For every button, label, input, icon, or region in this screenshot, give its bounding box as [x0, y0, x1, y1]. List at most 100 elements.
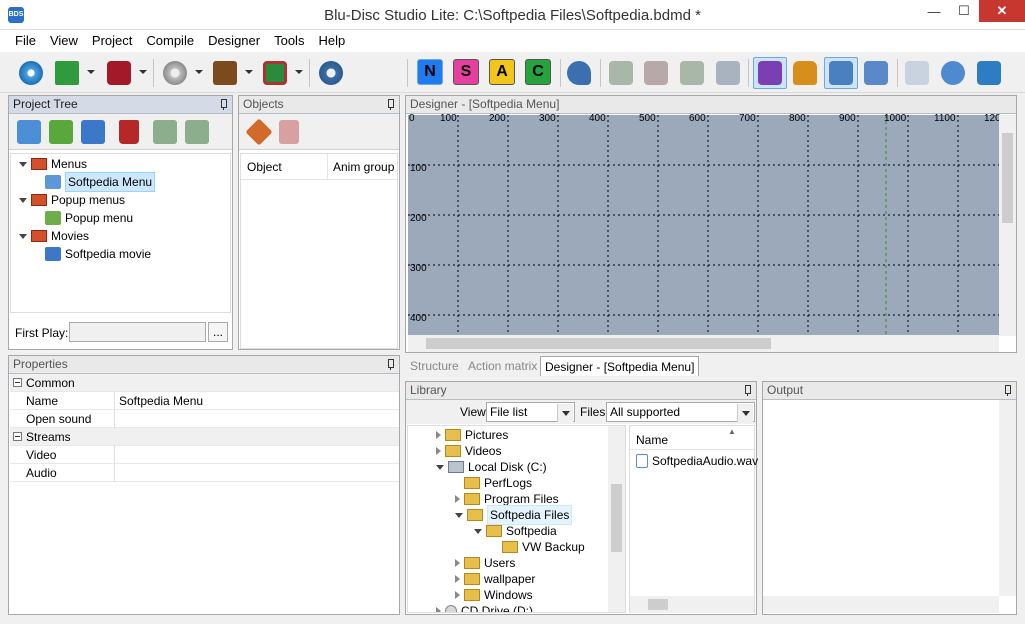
tree-item-softpedia-menu[interactable]: Softpedia Menu	[45, 172, 156, 192]
file-item[interactable]: SoftpediaAudio.wav	[636, 452, 758, 470]
export-icon[interactable]	[861, 57, 891, 89]
move-up-icon[interactable]	[641, 57, 671, 89]
tab-structure[interactable]: Structure	[406, 356, 463, 376]
layout-icon[interactable]	[824, 57, 858, 89]
popup-folder-icon	[31, 194, 47, 206]
first-play-field[interactable]	[69, 322, 206, 342]
folder-tree-scrollbar[interactable]	[608, 426, 625, 612]
object-column-header[interactable]: Object	[247, 160, 282, 174]
delete-icon[interactable]	[119, 120, 139, 144]
save-icon[interactable]	[104, 57, 134, 89]
name-column-header[interactable]: Name	[636, 433, 668, 447]
menu-tools[interactable]: Tools	[267, 30, 311, 52]
tab-action-matrix[interactable]: Action matrix	[464, 356, 541, 376]
menu-compile[interactable]: Compile	[139, 30, 201, 52]
open-folder-icon[interactable]	[52, 57, 82, 89]
drive-cd[interactable]: CD Drive (D:)	[436, 602, 533, 612]
save-dropdown-icon[interactable]	[139, 70, 147, 74]
menu-designer[interactable]: Designer	[201, 30, 267, 52]
property-row-video[interactable]: Video	[10, 446, 399, 464]
burn-disc-icon[interactable]	[160, 57, 190, 89]
c-mode-button[interactable]: C	[525, 59, 551, 85]
compile-jar-icon[interactable]	[210, 57, 240, 89]
output-vertical-scrollbar[interactable]	[999, 400, 1016, 596]
pin-icon[interactable]	[743, 385, 751, 396]
anim-group-column-header[interactable]: Anim group	[333, 160, 394, 174]
chart-icon[interactable]	[902, 57, 932, 89]
pin-icon[interactable]	[1003, 385, 1011, 396]
designer-horizontal-scrollbar[interactable]	[408, 335, 999, 352]
designer-header: Designer - [Softpedia Menu]	[406, 96, 1016, 114]
tree-item-popup-menus[interactable]: Popup menus	[19, 191, 125, 209]
property-row-audio[interactable]: Audio	[10, 464, 399, 482]
maximize-button[interactable]: ☐	[949, 0, 979, 22]
folder-icon	[464, 573, 480, 585]
project-tree-panel: Project Tree Menus Softpedia Menu Popup …	[8, 95, 233, 350]
a-mode-button[interactable]: A	[489, 59, 515, 85]
close-button[interactable]: ✕	[979, 0, 1025, 22]
move-down-icon[interactable]	[677, 57, 707, 89]
add-object-icon[interactable]	[245, 118, 273, 146]
property-row-open-sound[interactable]: Open sound	[10, 410, 399, 428]
add-popup-icon[interactable]	[49, 120, 73, 144]
undo-icon[interactable]	[564, 57, 594, 89]
pin-icon[interactable]	[386, 99, 394, 110]
menu-view[interactable]: View	[43, 30, 85, 52]
objects-header: Objects	[239, 96, 399, 114]
cube-icon[interactable]	[974, 57, 1004, 89]
tab-designer[interactable]: Designer - [Softpedia Menu]	[540, 356, 700, 376]
preview-dropdown-icon[interactable]	[295, 70, 303, 74]
property-group-streams[interactable]: Streams	[10, 428, 399, 446]
move-bottom-icon[interactable]	[713, 57, 743, 89]
first-play-browse-button[interactable]: ...	[208, 322, 228, 342]
preview-monitor-icon[interactable]	[260, 57, 290, 89]
designer-vertical-scrollbar[interactable]	[999, 115, 1016, 336]
new-disc-icon[interactable]	[16, 57, 46, 89]
delete-object-icon[interactable]	[279, 120, 299, 144]
tree-item-menus[interactable]: Menus	[19, 155, 87, 173]
transitions-icon[interactable]	[938, 57, 968, 89]
settings-gear-icon[interactable]	[316, 57, 346, 89]
menu-project[interactable]: Project	[85, 30, 139, 52]
window-title: Blu-Disc Studio Lite: C:\Softpedia Files…	[324, 7, 701, 24]
add-menu-icon[interactable]	[17, 120, 41, 144]
s-mode-button[interactable]: S	[453, 59, 479, 85]
objects-toolbar	[239, 114, 399, 150]
pin-icon[interactable]	[386, 359, 394, 370]
collapse-icon[interactable]	[13, 432, 22, 441]
audio-file-icon	[636, 454, 648, 468]
files-filter-select[interactable]: All supported	[606, 402, 755, 422]
grid-view-icon[interactable]	[753, 57, 787, 89]
project-tree-toolbar	[9, 114, 232, 150]
n-mode-button[interactable]: N	[417, 59, 443, 85]
move-down-icon[interactable]	[185, 120, 209, 144]
move-up-icon[interactable]	[153, 120, 177, 144]
first-play-label: First Play:	[15, 326, 69, 340]
property-group-common[interactable]: Common	[10, 374, 399, 392]
objects-list: Object Anim group	[240, 153, 398, 349]
property-row-name[interactable]: Name Softpedia Menu	[10, 392, 399, 410]
file-list-scrollbar[interactable]	[630, 596, 754, 613]
move-top-icon[interactable]	[606, 57, 636, 89]
tree-item-popup-menu[interactable]: Popup menu	[45, 209, 133, 227]
compile-dropdown-icon[interactable]	[245, 70, 253, 74]
tree-item-movies[interactable]: Movies	[19, 227, 89, 245]
view-select[interactable]: File list	[486, 402, 575, 422]
design-canvas[interactable]	[408, 115, 999, 336]
output-horizontal-scrollbar[interactable]	[763, 596, 999, 613]
collapse-icon[interactable]	[13, 378, 22, 387]
tree-item-softpedia-movie[interactable]: Softpedia movie	[45, 245, 151, 263]
vertical-ruler: 100 200 300 400	[408, 113, 430, 334]
menu-file[interactable]: File	[8, 30, 43, 52]
folder-icon	[464, 589, 480, 601]
menu-help[interactable]: Help	[311, 30, 352, 52]
lock-icon[interactable]	[790, 57, 820, 89]
ruler-x-label: 100	[440, 113, 457, 124]
open-dropdown-icon[interactable]	[87, 70, 95, 74]
pin-icon[interactable]	[219, 99, 227, 110]
folder-icon	[486, 525, 502, 537]
project-tree-view: Menus Softpedia Menu Popup menus Popup m…	[10, 153, 231, 313]
minimize-button[interactable]: —	[919, 0, 949, 22]
add-movie-icon[interactable]	[81, 120, 105, 144]
burn-dropdown-icon[interactable]	[195, 70, 203, 74]
